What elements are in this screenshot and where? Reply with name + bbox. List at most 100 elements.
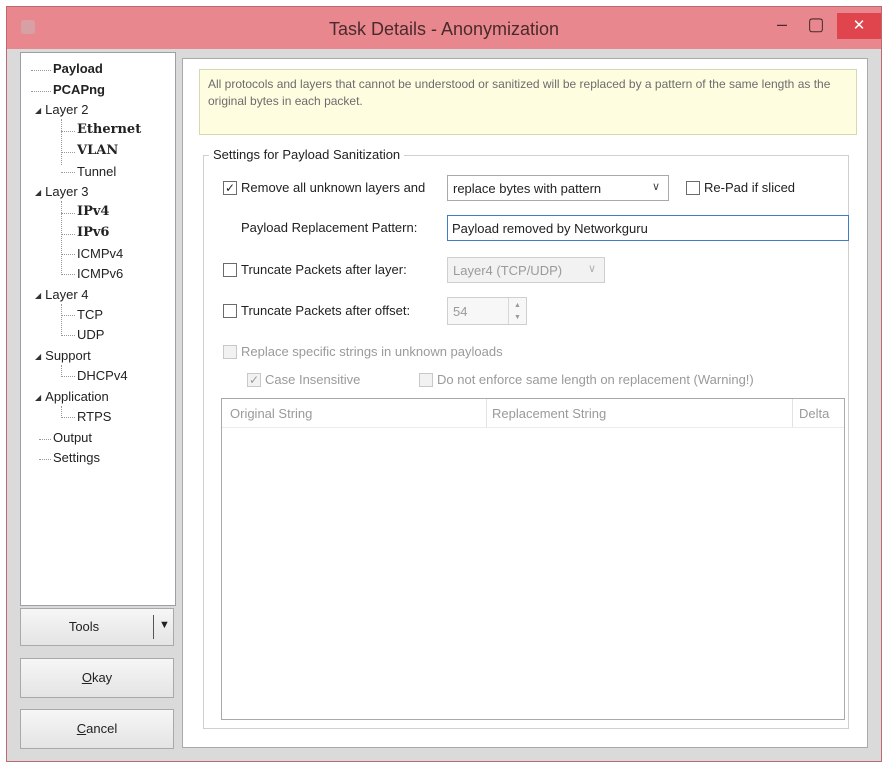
split-divider (153, 615, 154, 639)
window-title: Task Details - Anonymization (328, 19, 560, 39)
no-enforce-length-label: Do not enforce same length on replacemen… (437, 372, 754, 387)
column-divider (486, 399, 487, 427)
expand-arrow-icon[interactable]: ◢ (35, 352, 41, 361)
navigation-tree: Payload PCAPng ◢ Layer 2 Ethernet VLAN Tu… (20, 52, 176, 606)
okay-button-label: kay (91, 670, 113, 685)
checkmark-icon: ✓ (224, 181, 236, 195)
tree-connector (61, 119, 62, 165)
tree-connector (61, 172, 75, 173)
tree-item-layer3-label: Layer 3 (45, 184, 89, 199)
tree-connector (61, 152, 75, 153)
remove-unknown-checkbox[interactable]: ✓ (223, 181, 237, 195)
payload-settings-panel: All protocols and layers that cannot be … (182, 58, 868, 748)
tree-item-layer2[interactable]: ◢ Layer 2 (35, 102, 89, 117)
okay-button[interactable]: Okay (20, 658, 174, 698)
tools-button[interactable]: Tools ▼ (20, 608, 174, 646)
tree-item-layer3[interactable]: ◢ Layer 3 (35, 184, 89, 199)
cancel-mnemonic: C (76, 721, 87, 736)
okay-mnemonic: O (81, 670, 92, 685)
truncate-offset-stepper[interactable]: 54 ▲ ▼ (447, 297, 527, 325)
replace-strings-label: Replace specific strings in unknown payl… (241, 344, 503, 359)
checkmark-icon: ✓ (248, 373, 260, 387)
tree-item-icmpv4[interactable]: ICMPv4 (77, 246, 123, 261)
tree-item-application[interactable]: ◢ Application (35, 389, 109, 404)
truncate-offset-checkbox[interactable] (223, 304, 237, 318)
repad-checkbox[interactable] (686, 181, 700, 195)
tree-connector (61, 234, 75, 235)
tree-connector (61, 417, 75, 418)
chevron-down-icon: ∨ (651, 181, 660, 193)
tree-connector (61, 335, 75, 336)
tree-connector (31, 91, 51, 92)
tools-button-label: Tools (68, 619, 100, 634)
tree-connector (61, 304, 62, 336)
column-header-delta[interactable]: Delta (799, 406, 829, 421)
tree-connector (61, 376, 75, 377)
tree-connector (39, 439, 51, 440)
maximize-button[interactable]: ▢ (801, 13, 831, 39)
tree-connector (31, 70, 51, 71)
tree-item-tunnel[interactable]: Tunnel (77, 164, 116, 179)
expand-arrow-icon[interactable]: ◢ (35, 291, 41, 300)
truncate-layer-select[interactable]: Layer4 (TCP/UDP) ∨ (447, 257, 605, 283)
tree-item-udp[interactable]: UDP (77, 327, 104, 342)
case-insensitive-label: Case Insensitive (265, 372, 361, 387)
string-replacement-table[interactable]: Original String Replacement String Delta (221, 398, 845, 720)
truncate-layer-checkbox[interactable] (223, 263, 237, 277)
dropdown-arrow-icon[interactable]: ▼ (159, 619, 170, 631)
chevron-down-icon: ∨ (587, 263, 596, 275)
stepper-up-icon[interactable]: ▲ (514, 302, 521, 309)
tree-connector (61, 315, 75, 316)
pattern-input[interactable] (447, 215, 849, 241)
tree-connector (61, 213, 75, 214)
tree-item-vlan[interactable]: VLAN (77, 143, 118, 158)
tree-item-ipv4[interactable]: IPv4 (77, 204, 109, 219)
remove-unknown-label: Remove all unknown layers and (241, 180, 426, 195)
replace-mode-value: replace bytes with pattern (453, 181, 602, 196)
cancel-button[interactable]: Cancel (20, 709, 174, 749)
truncate-offset-value: 54 (453, 304, 468, 319)
tree-item-ipv6[interactable]: IPv6 (77, 225, 109, 240)
no-enforce-length-checkbox[interactable] (419, 373, 433, 387)
header-separator (222, 427, 844, 428)
info-banner: All protocols and layers that cannot be … (199, 69, 857, 135)
minimize-button[interactable]: – (767, 13, 797, 39)
replace-mode-select[interactable]: replace bytes with pattern ∨ (447, 175, 669, 201)
group-title: Settings for Payload Sanitization (209, 147, 405, 162)
tree-item-settings[interactable]: Settings (53, 450, 100, 465)
tree-item-rtps[interactable]: RTPS (77, 409, 111, 424)
repad-label: Re-Pad if sliced (704, 180, 796, 195)
close-button[interactable]: ✕ (837, 13, 881, 39)
title-bar[interactable]: Task Details - Anonymization – ▢ ✕ (7, 7, 881, 49)
case-insensitive-checkbox[interactable]: ✓ (247, 373, 261, 387)
tree-item-pcapng[interactable]: PCAPng (53, 82, 105, 97)
stepper-down-icon[interactable]: ▼ (514, 314, 521, 321)
truncate-offset-label: Truncate Packets after offset: (241, 303, 411, 318)
tree-item-application-label: Application (45, 389, 109, 404)
tree-item-dhcpv4[interactable]: DHCPv4 (77, 368, 128, 383)
tree-item-output[interactable]: Output (53, 430, 92, 445)
tree-item-layer4[interactable]: ◢ Layer 4 (35, 287, 89, 302)
tree-item-layer2-label: Layer 2 (45, 102, 89, 117)
stepper-arrows[interactable]: ▲ ▼ (508, 298, 526, 324)
tree-connector (61, 254, 75, 255)
tree-item-tcp[interactable]: TCP (77, 307, 103, 322)
tree-item-payload[interactable]: Payload (53, 61, 103, 76)
replace-strings-checkbox[interactable] (223, 345, 237, 359)
tree-item-layer4-label: Layer 4 (45, 287, 89, 302)
truncate-layer-value: Layer4 (TCP/UDP) (453, 263, 563, 278)
tree-item-support[interactable]: ◢ Support (35, 348, 91, 363)
tree-item-ethernet[interactable]: Ethernet (77, 122, 141, 137)
expand-arrow-icon[interactable]: ◢ (35, 106, 41, 115)
cancel-button-label: ancel (86, 721, 118, 736)
tree-item-icmpv6[interactable]: ICMPv6 (77, 266, 123, 281)
expand-arrow-icon[interactable]: ◢ (35, 188, 41, 197)
tree-item-support-label: Support (45, 348, 91, 363)
tree-connector (61, 131, 75, 132)
column-header-replacement[interactable]: Replacement String (492, 406, 606, 421)
truncate-layer-label: Truncate Packets after layer: (241, 262, 407, 277)
column-divider (792, 399, 793, 427)
tree-connector (39, 459, 51, 460)
column-header-original[interactable]: Original String (230, 406, 312, 421)
expand-arrow-icon[interactable]: ◢ (35, 393, 41, 402)
